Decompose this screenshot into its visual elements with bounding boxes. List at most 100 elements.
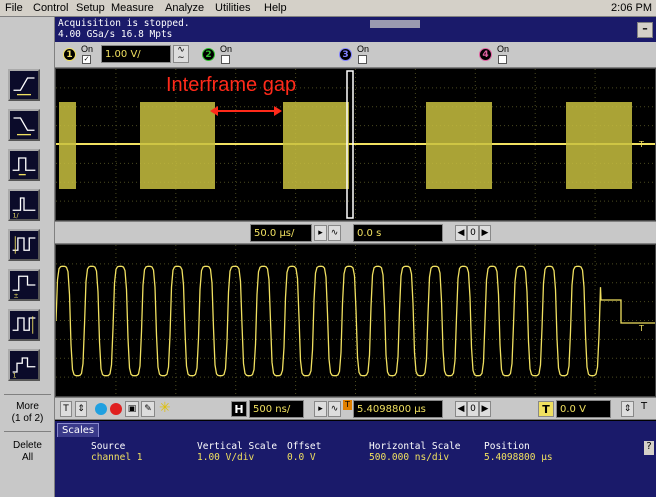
burst-block: [140, 102, 215, 189]
delete-label: Delete: [13, 440, 42, 451]
single-acquire-icon[interactable]: ▣: [125, 401, 139, 417]
channel-1-coupling-toggle[interactable]: ∿ ∼: [173, 45, 189, 63]
annotation-label: Interframe gap: [166, 74, 297, 96]
burst-block: [59, 102, 76, 189]
setup-hold-icon: ±: [12, 275, 36, 299]
menu-bar: File Control Setup Measure Analyze Utili…: [0, 0, 656, 17]
status-bar: Acquisition is stopped. 4.00 GSa/s 16.8 …: [55, 17, 656, 42]
position-header: Position: [484, 441, 530, 452]
sequence-trigger-button[interactable]: 1: [8, 349, 40, 381]
upper-nav-zero-button[interactable]: 0: [467, 225, 479, 241]
trigger-level-field[interactable]: 0.0 V: [556, 400, 611, 418]
source-header: Source: [91, 441, 126, 452]
channel-3-on-label: On: [357, 44, 370, 54]
pulse-width-icon: [12, 157, 36, 176]
source-value: channel 1: [91, 452, 143, 463]
channel-1-on-label: On: [81, 44, 94, 54]
more-button[interactable]: More (1 of 2): [0, 401, 55, 425]
left-toolbar: 1/ ± 1 More (1 of 2) Delete All: [0, 17, 55, 497]
clear-display-icon[interactable]: ✳: [159, 400, 171, 416]
rising-edge-trigger-button[interactable]: [8, 69, 40, 101]
upper-bursts: [59, 102, 632, 189]
run-icon[interactable]: [95, 403, 107, 415]
menu-setup[interactable]: Setup: [76, 2, 105, 14]
clock: 2:06 PM: [611, 2, 652, 14]
overview-thumbnail[interactable]: [370, 20, 420, 28]
minimize-button[interactable]: –: [637, 22, 653, 38]
setup-hold-trigger-button[interactable]: ±: [8, 269, 40, 301]
acquisition-status: Acquisition is stopped.: [58, 18, 190, 29]
trigger-level-marker: T: [638, 140, 644, 149]
lower-waveform-canvas: T: [56, 245, 655, 396]
channel-2-on-checkbox[interactable]: [221, 55, 230, 64]
lower-nav-next-button[interactable]: ▶: [479, 401, 491, 417]
delete-all-button[interactable]: Delete All: [0, 440, 55, 464]
channel-controls: 1 On ✓ 1.00 V/ ∿ ∼ 2 On 3 On 4 On: [55, 42, 656, 68]
vertical-scale-header: Vertical Scale: [197, 441, 278, 452]
channel-4-badge[interactable]: 4: [479, 48, 492, 61]
burst-block: [566, 102, 632, 189]
glitch-trigger-button[interactable]: 1/: [8, 189, 40, 221]
offset-header: Offset: [287, 441, 322, 452]
upper-waveform-display[interactable]: T: [55, 68, 656, 221]
channel-1-on-checkbox[interactable]: ✓: [82, 55, 91, 64]
trigger-marker-icon: T: [641, 401, 648, 412]
runt-icon: [12, 236, 36, 254]
upper-waveform-canvas: T: [56, 69, 655, 220]
marker-toggle[interactable]: T: [60, 401, 72, 417]
horizontal-scale-value: 500.000 ns/div: [369, 452, 450, 463]
channel-1-badge[interactable]: 1: [63, 48, 76, 61]
trigger-level-stepper[interactable]: ⇕: [621, 401, 634, 417]
help-button[interactable]: ?: [644, 441, 654, 455]
lower-timebase-scale-field[interactable]: 500 ns/: [249, 400, 304, 418]
svg-text:1: 1: [13, 372, 17, 379]
transition-icon: [12, 316, 36, 334]
falling-edge-trigger-button[interactable]: [8, 109, 40, 141]
lower-timebase-step-toggle[interactable]: ▸: [314, 401, 327, 417]
trigger-position-label: T: [343, 400, 352, 410]
lower-waveform-display[interactable]: T: [55, 244, 656, 397]
upper-timebase-scale-field[interactable]: 50.0 µs/: [250, 224, 312, 242]
lower-nav-zero-button[interactable]: 0: [467, 401, 479, 417]
horizontal-scale-header: Horizontal Scale: [369, 441, 461, 452]
runt-trigger-button[interactable]: [8, 229, 40, 261]
autoscale-icon[interactable]: ✎: [141, 401, 155, 417]
channel-3-badge[interactable]: 3: [339, 48, 352, 61]
channel-4-on-checkbox[interactable]: [498, 55, 507, 64]
upper-timebase-position-field[interactable]: 0.0 s: [353, 224, 443, 242]
transition-trigger-button[interactable]: [8, 309, 40, 341]
channel-2-badge[interactable]: 2: [202, 48, 215, 61]
rising-edge-icon: [13, 77, 35, 96]
burst-block: [283, 102, 349, 189]
upper-timebase-bar: 50.0 µs/ ▸ ∿ 0.0 s ◀ 0 ▶: [55, 221, 656, 244]
upper-timebase-fine-toggle[interactable]: ∿: [328, 225, 341, 241]
channel-2-on-label: On: [220, 44, 233, 54]
upper-timebase-step-toggle[interactable]: ▸: [314, 225, 327, 241]
menu-help[interactable]: Help: [264, 2, 287, 14]
burst-block: [426, 102, 492, 189]
channel-3-on-checkbox[interactable]: [358, 55, 367, 64]
sequence-icon: 1: [12, 357, 36, 379]
interframe-gap-arrow-icon: [210, 106, 282, 116]
delete-all-sub: All: [21, 452, 34, 463]
menu-utilities[interactable]: Utilities: [215, 2, 250, 14]
more-label: More: [16, 401, 39, 412]
position-value: 5.4098800 µs: [484, 452, 553, 463]
pulse-width-trigger-button[interactable]: [8, 149, 40, 181]
lower-nav-prev-button[interactable]: ◀: [455, 401, 467, 417]
menu-control[interactable]: Control: [33, 2, 68, 14]
menu-analyze[interactable]: Analyze: [165, 2, 204, 14]
channel-1-scale-field[interactable]: 1.00 V/: [101, 45, 171, 63]
menu-measure[interactable]: Measure: [111, 2, 154, 14]
falling-edge-icon: [13, 117, 35, 136]
horizontal-scale-label: H: [231, 401, 247, 417]
lower-timebase-fine-toggle[interactable]: ∿: [328, 401, 341, 417]
upper-nav-next-button[interactable]: ▶: [479, 225, 491, 241]
upper-nav-prev-button[interactable]: ◀: [455, 225, 467, 241]
stop-icon[interactable]: [110, 403, 122, 415]
menu-file[interactable]: File: [5, 2, 23, 14]
svg-text:±: ±: [14, 292, 19, 299]
tab-scales[interactable]: Scales: [57, 423, 100, 437]
lower-timebase-position-field[interactable]: 5.4098800 µs: [353, 400, 443, 418]
marker-step-button[interactable]: ⇕: [75, 401, 87, 417]
